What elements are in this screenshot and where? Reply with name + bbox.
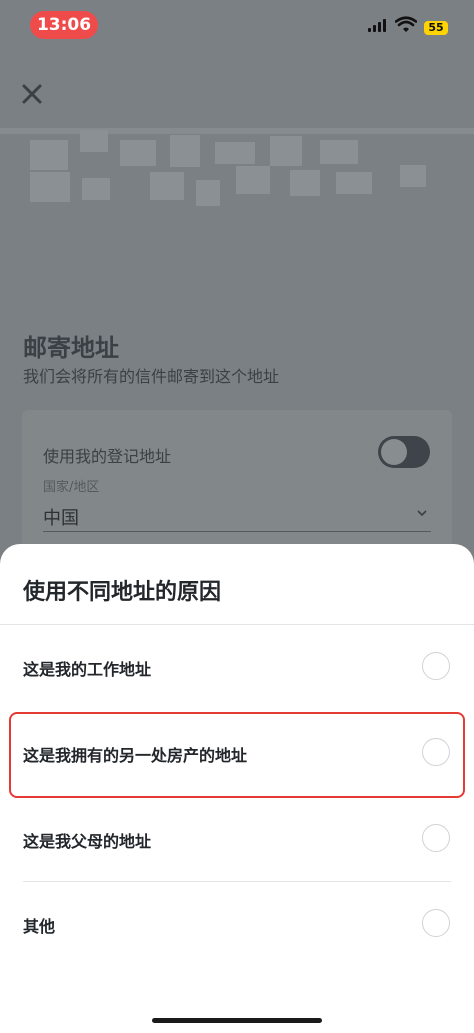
wifi-icon: [395, 16, 417, 32]
use-registered-address-toggle[interactable]: [378, 436, 430, 468]
radio-button[interactable]: [422, 909, 450, 937]
country-field-underline: [43, 531, 431, 532]
country-select[interactable]: 中国: [43, 504, 79, 530]
cellular-signal-icon: [368, 18, 388, 32]
home-indicator: [152, 1018, 322, 1023]
status-bar: 13:06 55: [0, 0, 474, 50]
option-label: 这是我父母的地址: [23, 832, 152, 851]
chevron-down-icon[interactable]: [415, 508, 429, 518]
status-time: 13:06: [30, 11, 98, 39]
redacted-divider: [0, 128, 474, 134]
option-work-address[interactable]: 这是我的工作地址: [0, 624, 474, 710]
close-icon[interactable]: [20, 82, 44, 106]
highlight-box: [9, 712, 465, 798]
battery-icon: 55: [424, 21, 448, 35]
toggle-knob: [381, 439, 407, 465]
country-field-label: 国家/地区: [43, 480, 100, 495]
mailing-address-subtitle: 我们会将所有的信件邮寄到这个地址: [23, 367, 280, 386]
option-label: 这是我的工作地址: [23, 660, 152, 679]
option-label: 其他: [23, 917, 56, 936]
sheet-title: 使用不同地址的原因: [23, 580, 222, 605]
option-parents-address[interactable]: 这是我父母的地址: [0, 796, 474, 882]
reason-bottom-sheet: 使用不同地址的原因 这是我的工作地址 这是我拥有的另一处房产的地址 这是我父母的…: [0, 544, 474, 1033]
radio-button[interactable]: [422, 824, 450, 852]
use-registered-address-label: 使用我的登记地址: [43, 447, 172, 466]
mailing-address-title: 邮寄地址: [23, 334, 119, 362]
radio-button[interactable]: [422, 652, 450, 680]
option-other[interactable]: 其他: [0, 881, 474, 967]
